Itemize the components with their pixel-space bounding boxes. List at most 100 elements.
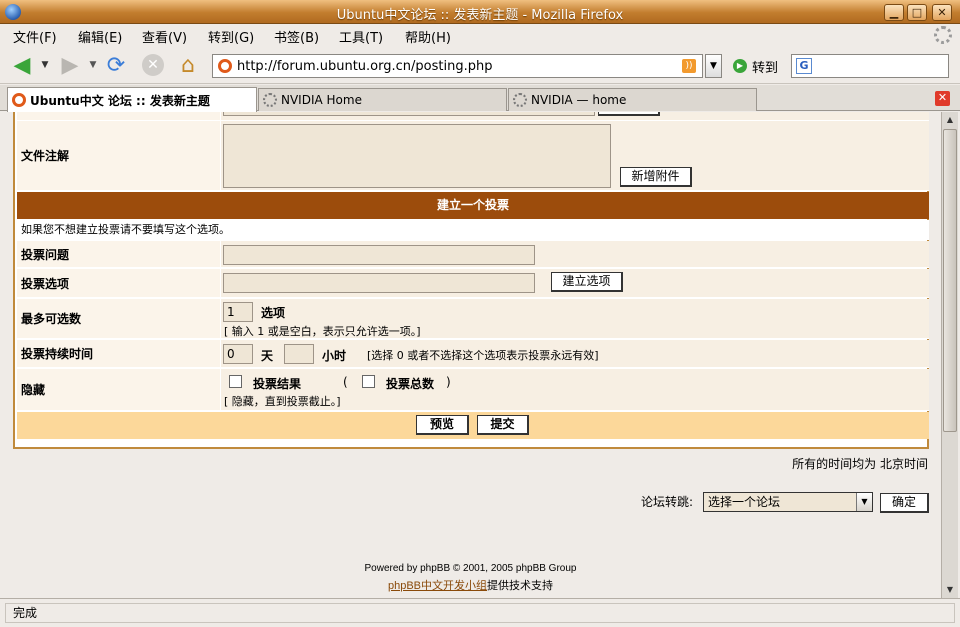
stop-icon: ✕ <box>142 54 164 76</box>
hide-close-paren: ) <box>446 375 451 389</box>
rss-feed-icon[interactable]: )) <box>682 59 696 73</box>
poll-option-input[interactable] <box>223 273 535 293</box>
back-button[interactable]: ◀ <box>8 51 36 79</box>
form-row-hide: 隐藏 投票结果 ( 投票总数 ) [ 隐藏，直到投票截止。] <box>17 369 929 411</box>
tab-ubuntu-forum[interactable]: Ubuntu中文 论坛 :: 发表新主题 <box>7 87 257 112</box>
url-input[interactable] <box>237 57 667 75</box>
menu-bar: 文件(F) 编辑(E) 查看(V) 转到(G) 书签(B) 工具(T) 帮助(H… <box>0 24 960 46</box>
menu-help[interactable]: 帮助(H) <box>405 27 451 46</box>
tab-nvidia-home[interactable]: NVIDIA Home <box>258 88 507 111</box>
ubuntu-favicon-icon <box>12 93 26 107</box>
search-box[interactable]: G <box>791 54 949 78</box>
search-input[interactable] <box>818 58 943 74</box>
poll-section-header: 建立一个投票 <box>17 192 929 219</box>
stop-button[interactable]: ✕ <box>139 51 167 79</box>
forum-jump-confirm-button[interactable]: 确定 <box>880 493 929 513</box>
preview-button[interactable]: 预览 <box>416 415 469 435</box>
hide-open-paren: ( <box>343 375 348 389</box>
duration-hours-input[interactable] <box>284 344 314 364</box>
tab-bar: Ubuntu中文 论坛 :: 发表新主题 NVIDIA Home NVIDIA … <box>0 85 960 112</box>
minimize-button[interactable]: ▁ <box>884 4 904 21</box>
status-text: 完成 <box>5 603 955 623</box>
forum-jump-select[interactable]: 选择一个论坛 ▼ <box>703 492 873 512</box>
poll-duration-label: 投票持续时间 <box>17 340 220 367</box>
translation-link[interactable]: phpBB中文开发小组 <box>388 580 487 592</box>
home-icon: ⌂ <box>181 52 195 78</box>
close-tab-icon[interactable]: ✕ <box>935 91 950 106</box>
tab-label: Ubuntu中文 论坛 :: 发表新主题 <box>30 93 210 108</box>
hide-results-checkbox[interactable] <box>229 375 242 388</box>
menu-bookmarks[interactable]: 书签(B) <box>274 27 319 46</box>
go-button[interactable]: ▶ 转到 <box>733 56 778 76</box>
reload-button[interactable]: ⟳ <box>102 51 130 79</box>
throbber-icon <box>934 26 952 44</box>
page-content: 文件注解 新增附件 建立一个投票 如果您不想建立投票请不要填写这个选项。 投票问… <box>0 112 941 598</box>
poll-option-label: 投票选项 <box>17 269 220 297</box>
back-arrow-icon: ◀ <box>13 52 31 78</box>
form-row-file-comment: 文件注解 新增附件 <box>17 121 929 191</box>
hide-total-label: 投票总数 <box>386 377 435 391</box>
hide-hint: [ 隐藏，直到投票截止。] <box>224 395 341 408</box>
duration-days-input[interactable]: 0 <box>223 344 253 364</box>
menu-view[interactable]: 查看(V) <box>142 27 187 46</box>
ubuntu-favicon-icon <box>218 59 232 73</box>
go-arrow-icon: ▶ <box>733 59 747 73</box>
browse-button[interactable] <box>598 112 660 116</box>
maximize-button[interactable]: □ <box>907 4 927 21</box>
menu-go[interactable]: 转到(G) <box>208 27 254 46</box>
hide-label: 隐藏 <box>17 369 220 410</box>
forum-jump-selected: 选择一个论坛 <box>708 495 781 509</box>
poll-question-input[interactable] <box>223 245 535 265</box>
poll-duration-field: 0 天 小时 [选择 0 或者不选择这个选项表示投票永远有效] <box>221 340 929 367</box>
scroll-down-icon[interactable]: ▼ <box>942 582 958 598</box>
scrollbar-thumb[interactable] <box>943 129 957 432</box>
reload-icon: ⟳ <box>106 52 126 78</box>
hide-total-checkbox[interactable] <box>362 375 375 388</box>
duration-hint: [选择 0 或者不选择这个选项表示投票永远有效] <box>367 349 599 362</box>
forward-history-dropdown[interactable]: ▼ <box>88 51 98 79</box>
translation-suffix: 提供技术支持 <box>487 580 554 592</box>
vertical-scrollbar[interactable]: ▲ ▼ <box>941 112 958 598</box>
tab-nvidia-home-2[interactable]: NVIDIA — home <box>508 88 757 111</box>
translation-credit: phpBB中文开发小组提供技术支持 <box>0 577 941 593</box>
duration-hours-unit: 小时 <box>322 349 347 363</box>
scroll-up-icon[interactable]: ▲ <box>942 112 958 128</box>
add-attachment-button[interactable]: 新增附件 <box>620 167 692 187</box>
submit-button[interactable]: 提交 <box>477 415 529 435</box>
menu-tools[interactable]: 工具(T) <box>339 27 383 46</box>
url-history-dropdown[interactable]: ▼ <box>705 54 722 78</box>
powered-by: Powered by phpBB © 2001, 2005 phpBB Grou… <box>364 563 577 574</box>
chevron-down-icon: ▼ <box>856 493 872 511</box>
close-window-button[interactable]: ✕ <box>932 4 952 21</box>
menu-file[interactable]: 文件(F) <box>13 27 57 46</box>
max-choices-input[interactable]: 1 <box>223 302 253 322</box>
status-bar: 完成 <box>0 598 960 627</box>
form-row-poll-question: 投票问题 <box>17 241 929 268</box>
google-search-icon[interactable]: G <box>796 58 812 74</box>
loading-gear-icon <box>263 93 277 107</box>
window-title-bar: Ubuntu中文论坛 :: 发表新主题 - Mozilla Firefox ▁ … <box>0 0 960 24</box>
go-button-label: 转到 <box>752 60 779 76</box>
row-field <box>221 112 929 120</box>
forward-button[interactable]: ▶ <box>56 51 84 79</box>
home-button[interactable]: ⌂ <box>174 51 202 79</box>
file-comment-textarea[interactable] <box>223 124 611 188</box>
menu-edit[interactable]: 编辑(E) <box>78 27 122 46</box>
file-comment-field: 新增附件 <box>221 121 929 190</box>
file-input[interactable] <box>223 112 595 116</box>
url-bar[interactable]: )) <box>212 54 703 78</box>
duration-days-unit: 天 <box>261 349 274 363</box>
back-history-dropdown[interactable]: ▼ <box>40 51 50 79</box>
poll-note: 如果您不想建立投票请不要填写这个选项。 <box>17 220 929 240</box>
form-row-partial <box>17 112 929 121</box>
poll-question-label: 投票问题 <box>17 241 220 267</box>
row-label <box>17 112 220 120</box>
max-choices-field: 1 选项 [ 输入 1 或是空白，表示只允许选一项。] <box>221 299 929 338</box>
forum-jump-label: 论坛转跳: <box>641 495 694 509</box>
forward-arrow-icon: ▶ <box>61 52 79 78</box>
max-choices-unit: 选项 <box>261 306 286 320</box>
add-option-button[interactable]: 建立选项 <box>551 272 623 292</box>
file-comment-label: 文件注解 <box>17 121 220 190</box>
window-title: Ubuntu中文论坛 :: 发表新主题 - Mozilla Firefox <box>336 8 624 23</box>
hide-field: 投票结果 ( 投票总数 ) [ 隐藏，直到投票截止。] <box>221 369 929 410</box>
